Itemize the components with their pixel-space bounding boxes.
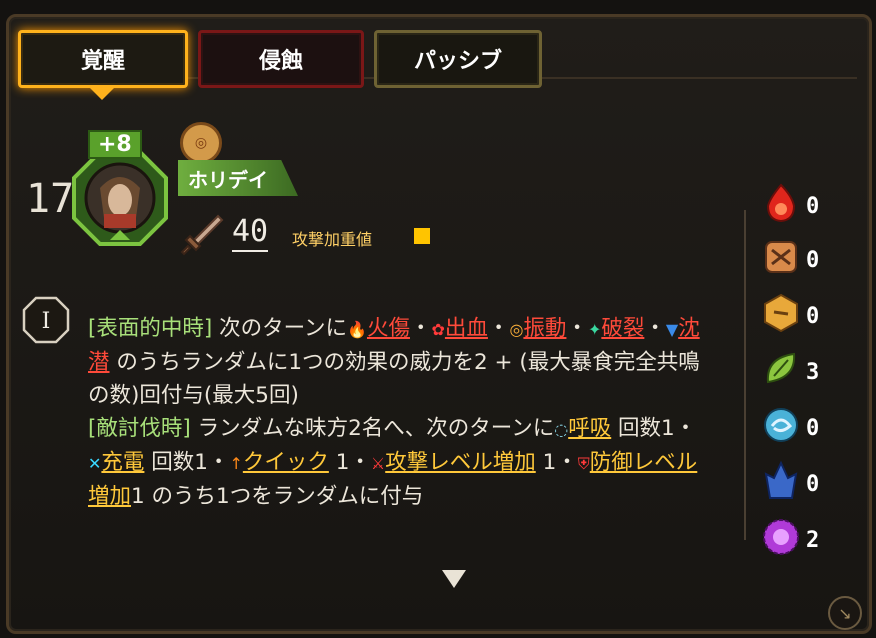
wrath-count: 0: [806, 194, 820, 219]
tremor-icon: ◎: [509, 320, 524, 339]
skill-tier-numeral: I: [42, 309, 51, 334]
effect-burn[interactable]: 火傷: [367, 316, 410, 341]
resource-envy: 2: [760, 516, 830, 566]
corner-arrow-icon[interactable]: ↘: [828, 596, 862, 630]
buff-attack-level-up[interactable]: 攻撃レベル増加: [385, 450, 536, 475]
resource-gluttony: 3: [760, 348, 830, 398]
gluttony-count: 3: [806, 360, 820, 385]
pride-count: 0: [806, 472, 820, 497]
attack-weight-label: 攻撃加重値: [292, 230, 373, 249]
active-tab-indicator: [90, 88, 114, 100]
skill-text: のうちランダムに1つの効果の威力を2 + (最大暴食完全共鳴の数)回付与(最大5…: [88, 350, 700, 408]
skill-text: 1・: [535, 450, 578, 475]
burn-icon: 🔥: [347, 320, 367, 339]
sloth-icon: [764, 293, 798, 333]
skill-text: 回数1・: [144, 450, 230, 475]
tab-passive[interactable]: パッシブ: [374, 30, 542, 88]
character-portrait: [72, 150, 168, 246]
defense-up-icon: ⛨: [577, 454, 590, 473]
effect-rupture[interactable]: 破裂: [601, 316, 644, 341]
attack-up-icon: ⚔: [370, 454, 386, 473]
tab-awakening-label: 覚醒: [80, 49, 125, 74]
lust-icon: [765, 241, 797, 273]
attack-weight-marker: [414, 228, 430, 244]
poise-icon: ◌: [554, 420, 569, 439]
buff-charge[interactable]: 充電: [101, 450, 144, 475]
skill-level: 17: [26, 176, 75, 222]
tab-corrosion[interactable]: 侵蝕: [198, 30, 364, 88]
separator: ・: [487, 316, 510, 341]
charge-icon: ✕: [88, 454, 102, 473]
gloom-count: 0: [806, 416, 820, 441]
skill-text: 1 のうち1つをランダムに付与: [131, 484, 424, 509]
envy-icon: [763, 519, 799, 555]
rupture-icon: ✦: [587, 320, 602, 339]
resource-gloom: 0: [760, 404, 830, 454]
condition-on-kill: [敵討伐時]: [88, 416, 191, 441]
skill-text: 1・: [328, 450, 371, 475]
effect-bleed[interactable]: 出血: [445, 316, 488, 341]
sword-icon: [180, 214, 224, 256]
sloth-count: 0: [806, 304, 820, 329]
wrath-icon: [766, 183, 796, 223]
skill-text: 回数1・: [611, 416, 697, 441]
separator: ・: [566, 316, 588, 341]
skill-text: ランダムな味方2名へ、次のターンに: [190, 416, 555, 441]
gloom-icon: [764, 408, 798, 442]
rank-medal-icon: ◎: [180, 122, 222, 164]
gluttony-icon: [766, 352, 796, 384]
separator: ・: [644, 316, 666, 341]
resource-sloth: 0: [760, 292, 830, 342]
skill-text: 次のターンに: [212, 316, 348, 341]
bleed-icon: ✿: [431, 320, 445, 339]
skill-description: [表面的中時] 次のターンに🔥火傷・✿出血・◎振動・✦破裂・▼沈潜 のうちランダ…: [88, 312, 708, 513]
upgrade-badge: +8: [88, 130, 142, 159]
sinking-icon: ▼: [665, 320, 679, 339]
lust-count: 0: [806, 248, 820, 273]
tab-awakening[interactable]: 覚醒: [18, 30, 188, 88]
effect-tremor[interactable]: 振動: [523, 316, 566, 341]
resource-wrath: 0: [760, 182, 830, 232]
pride-icon: [764, 460, 798, 499]
tab-corrosion-label: 侵蝕: [258, 49, 303, 74]
buff-haste[interactable]: クイック: [243, 450, 329, 475]
resource-pride: 0: [760, 460, 830, 510]
haste-icon: ↑: [229, 454, 243, 473]
envy-count: 2: [806, 528, 820, 553]
separator: ・: [409, 316, 432, 341]
condition-on-hit: [表面的中時]: [88, 316, 213, 341]
tab-passive-label: パッシブ: [413, 49, 502, 74]
scroll-down-icon[interactable]: [442, 570, 466, 588]
buff-poise[interactable]: 呼吸: [568, 416, 611, 441]
character-name: ホリデイ: [178, 160, 298, 196]
attack-weight-value: 40: [232, 214, 269, 252]
resource-divider: [744, 210, 746, 540]
skill-tier-icon: I: [22, 296, 70, 344]
resource-lust: 0: [760, 236, 830, 286]
